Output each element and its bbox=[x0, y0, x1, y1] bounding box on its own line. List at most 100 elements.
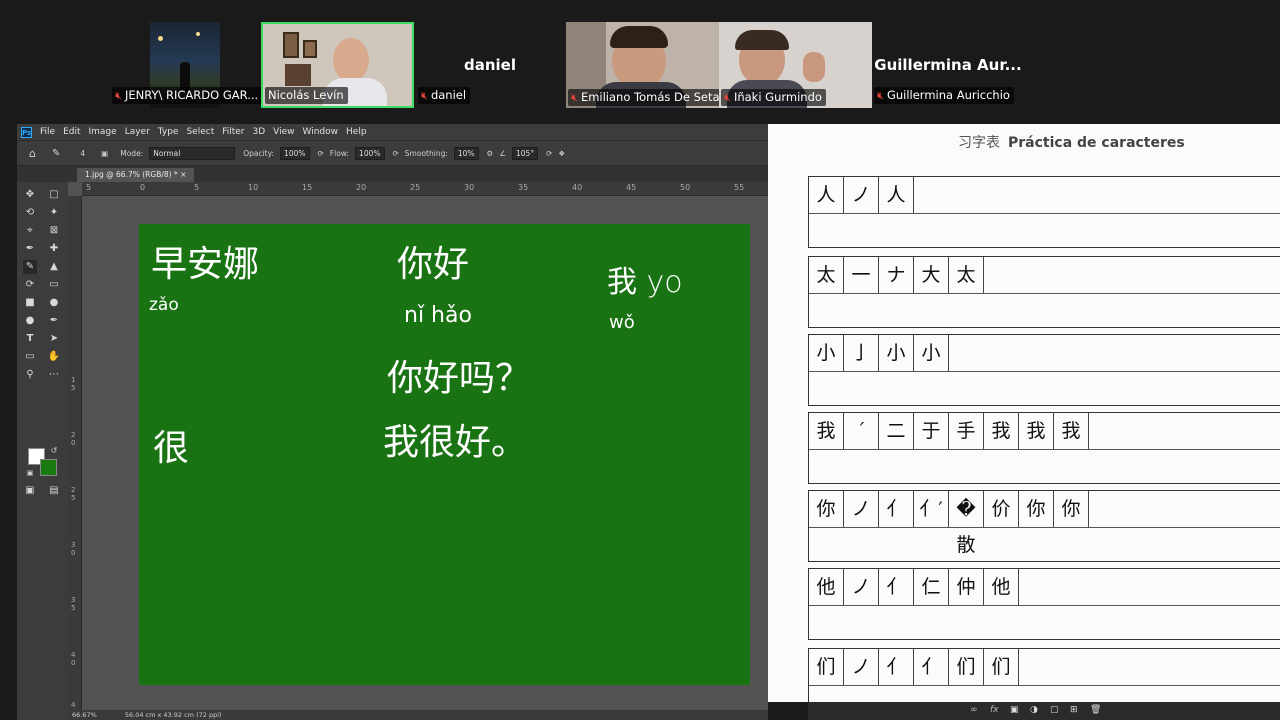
practice-cell: 大 bbox=[914, 257, 949, 293]
participant-tile-emiliano[interactable]: 🔇︎ Emiliano Tomás De Seta bbox=[566, 22, 719, 108]
adjustment-layer-icon[interactable]: ◑ bbox=[1030, 705, 1038, 715]
folder-icon[interactable]: ▢ bbox=[1050, 705, 1059, 715]
path-selection-tool-icon[interactable]: ➤ bbox=[47, 332, 61, 346]
practice-cell: 亻 bbox=[879, 649, 914, 685]
quick-mask-icon[interactable]: ▣ bbox=[23, 484, 37, 498]
link-layers-icon[interactable]: ∞ bbox=[970, 705, 978, 715]
eyedropper-tool-icon[interactable]: ✒ bbox=[23, 242, 37, 256]
blur-tool-icon[interactable]: ● bbox=[47, 296, 61, 310]
ruler-tick: 35 bbox=[518, 183, 529, 192]
participant-tile-inaki[interactable]: 🔇︎ Iñaki Gurmindo bbox=[719, 22, 872, 108]
airbrush-icon[interactable]: ⟳ bbox=[393, 149, 399, 158]
crop-tool-icon[interactable]: ⌖ bbox=[23, 224, 37, 238]
practice-cell: 我 bbox=[1019, 413, 1054, 449]
practice-cell: 我 bbox=[1054, 413, 1089, 449]
brush-size[interactable]: 4 bbox=[80, 149, 85, 158]
mic-muted-icon: 🔇︎ bbox=[115, 89, 122, 102]
more-tools-icon[interactable]: ⋯ bbox=[47, 368, 61, 382]
angle-input[interactable]: 105° bbox=[512, 146, 539, 160]
worksheet-title-chinese: 习字表 bbox=[958, 135, 1000, 151]
menu-layer[interactable]: Layer bbox=[125, 127, 150, 137]
practice-row: 你 ノ 亻 亻′ �散 价 你 你 bbox=[808, 490, 1280, 562]
menu-help[interactable]: Help bbox=[346, 127, 367, 137]
mask-icon[interactable]: ▣ bbox=[1010, 705, 1019, 715]
vertical-ruler[interactable]: 1 5 2 0 2 5 3 0 3 5 4 0 4 5 bbox=[68, 196, 82, 720]
practice-cell: ノ bbox=[844, 177, 879, 213]
participant-name: Iñaki Gurmindo bbox=[733, 90, 822, 104]
participant-label: 🔇︎ Iñaki Gurmindo bbox=[721, 89, 826, 106]
practice-cell: 仲 bbox=[949, 569, 984, 605]
type-tool-icon[interactable]: T bbox=[23, 332, 37, 346]
menu-type[interactable]: Type bbox=[158, 127, 179, 137]
home-icon[interactable]: ⌂ bbox=[29, 147, 36, 160]
healing-brush-tool-icon[interactable]: ✚ bbox=[47, 242, 61, 256]
screen-mode-icon[interactable]: ▤ bbox=[47, 484, 61, 498]
document-tab[interactable]: 1.jpg @ 66.7% (RGB/8) * × bbox=[77, 168, 195, 182]
hand-tool-icon[interactable]: ✋ bbox=[47, 350, 61, 364]
practice-cell: 小 bbox=[809, 335, 844, 371]
opacity-input[interactable]: 100% bbox=[280, 146, 310, 160]
frame-tool-icon[interactable]: ⊠ bbox=[47, 224, 61, 238]
swap-colors-icon[interactable]: ↺ bbox=[47, 444, 61, 458]
practice-cell: ノ bbox=[844, 569, 879, 605]
stamp-tool-icon[interactable]: ▲ bbox=[47, 260, 61, 274]
practice-cell: 亻 bbox=[879, 491, 914, 527]
brush-tool-icon[interactable]: ✎ bbox=[23, 260, 37, 274]
close-icon[interactable]: × bbox=[180, 170, 186, 179]
mode-select[interactable]: Normal bbox=[149, 146, 236, 160]
document-canvas[interactable]: 早安娜 zǎo 你好 nǐ hǎo 我 yo wǒ 你好吗？ 很 我很好。 bbox=[139, 224, 750, 685]
zoom-tool-icon[interactable]: ⚲ bbox=[23, 368, 37, 382]
rectangle-tool-icon[interactable]: ▭ bbox=[23, 350, 37, 364]
fx-icon[interactable]: fx bbox=[990, 705, 999, 715]
photoshop-logo-icon: Ps bbox=[21, 126, 32, 138]
menu-3d[interactable]: 3D bbox=[253, 127, 266, 137]
mic-muted-icon: 🔇︎ bbox=[877, 89, 884, 102]
menu-view[interactable]: View bbox=[273, 127, 294, 137]
new-layer-icon[interactable]: ⊞ bbox=[1070, 705, 1078, 715]
zoom-meeting-window: 🔇︎ JENRY\ RICARDO GAR... Nicolás Levín da… bbox=[0, 0, 1280, 720]
participant-name: daniel bbox=[430, 88, 467, 102]
flow-input[interactable]: 100% bbox=[355, 146, 385, 160]
pressure-opacity-icon[interactable]: ⟳ bbox=[318, 149, 324, 158]
menu-edit[interactable]: Edit bbox=[63, 127, 80, 137]
menu-select[interactable]: Select bbox=[186, 127, 214, 137]
magic-wand-tool-icon[interactable]: ✦ bbox=[47, 206, 61, 220]
eraser-tool-icon[interactable]: ▭ bbox=[47, 278, 61, 292]
practice-cell: 你 bbox=[809, 491, 844, 527]
practice-cell: 亻′ bbox=[914, 491, 949, 527]
brush-settings-icon[interactable]: ▣ bbox=[101, 149, 108, 158]
participant-display-name: Guillermina Aur... bbox=[874, 56, 1022, 74]
lasso-tool-icon[interactable]: ⟲ bbox=[23, 206, 37, 220]
trash-icon[interactable]: 🗑︎ bbox=[1090, 705, 1101, 715]
smoothing-input[interactable]: 10% bbox=[453, 146, 479, 160]
handwritten-text: 你好吗？ bbox=[387, 358, 531, 399]
menu-image[interactable]: Image bbox=[89, 127, 117, 137]
practice-cell: 你 bbox=[1054, 491, 1089, 527]
symmetry-icon[interactable]: ❖ bbox=[558, 149, 565, 158]
default-colors-icon[interactable]: ▣ bbox=[23, 466, 37, 480]
participant-label: Nicolás Levín bbox=[265, 87, 348, 104]
move-tool-icon[interactable]: ✥ bbox=[23, 188, 37, 202]
gear-icon[interactable]: ⚙ bbox=[487, 149, 494, 158]
brush-tool-icon[interactable]: ✎ bbox=[52, 148, 60, 159]
zoom-level[interactable]: 66.67% bbox=[72, 711, 97, 719]
ruler-tick: 4 0 bbox=[71, 651, 76, 667]
dodge-tool-icon[interactable]: ● bbox=[23, 314, 37, 328]
history-brush-tool-icon[interactable]: ⟳ bbox=[23, 278, 37, 292]
participant-tile-nicolas[interactable]: Nicolás Levín bbox=[261, 22, 414, 108]
pressure-size-icon[interactable]: ⟳ bbox=[546, 149, 552, 158]
menu-window[interactable]: Window bbox=[303, 127, 339, 137]
ruler-tick: 5 bbox=[194, 183, 200, 192]
ruler-tick: 2 5 bbox=[71, 486, 76, 502]
marquee-tool-icon[interactable]: □ bbox=[47, 188, 61, 202]
gradient-tool-icon[interactable]: ■ bbox=[23, 296, 37, 310]
background-color-swatch[interactable] bbox=[40, 459, 57, 476]
pen-tool-icon[interactable]: ✒ bbox=[47, 314, 61, 328]
practice-cell: 小 bbox=[914, 335, 949, 371]
participant-name: JENRY\ RICARDO GAR... bbox=[124, 88, 259, 102]
practice-cell: 太 bbox=[809, 257, 844, 293]
menu-file[interactable]: File bbox=[40, 127, 55, 137]
menu-filter[interactable]: Filter bbox=[222, 127, 244, 137]
horizontal-ruler[interactable]: 5 0 5 10 15 20 25 30 35 40 45 50 55 bbox=[82, 182, 768, 196]
photoshop-window: Ps File Edit Image Layer Type Select Fil… bbox=[17, 124, 768, 720]
